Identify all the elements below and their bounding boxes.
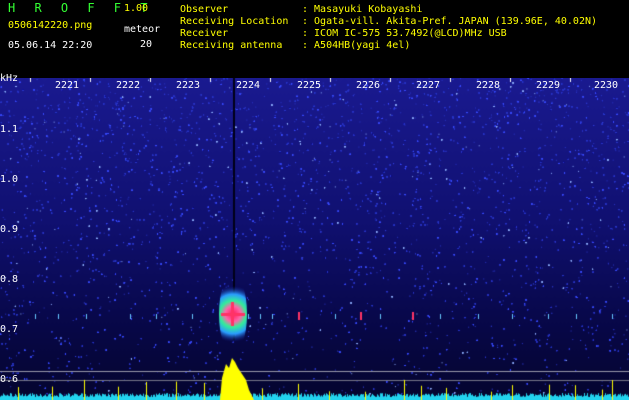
time-label: 2225 (297, 80, 322, 91)
header-panel: H R O F F T 1.00 0506142220.png meteor 2… (0, 0, 629, 78)
time-label: 2222 (116, 80, 141, 91)
freq-label: 0.8 (0, 274, 19, 285)
freq-label: 1.0 (0, 174, 19, 185)
time-label: 2228 (476, 80, 501, 91)
antenna-value: : A504HB(yagi 4el) (302, 40, 411, 51)
freq-label: 0.7 (0, 324, 19, 335)
datetime: 05.06.14 22:20 (8, 40, 93, 51)
meteor-label: meteor (124, 24, 161, 35)
file-name: 0506142220.png (8, 20, 93, 31)
spectrogram-canvas (0, 78, 629, 400)
freq-label: 1.1 (0, 124, 19, 135)
observer-value: : Masayuki Kobayashi (302, 4, 423, 15)
observer-label: Observer (180, 4, 229, 15)
meteor-count: 20 (140, 39, 153, 50)
time-label: 2230 (594, 80, 619, 91)
freq-label: 0.9 (0, 224, 19, 235)
time-label: 2227 (416, 80, 441, 91)
time-label: 2224 (236, 80, 261, 91)
time-label: 2226 (356, 80, 381, 91)
location-value: : Ogata-vill. Akita-Pref. JAPAN (139.96E… (302, 16, 598, 27)
antenna-label: Receiving antenna (180, 40, 283, 51)
freq-label: 0.6 (0, 374, 19, 385)
time-label: 2223 (176, 80, 201, 91)
receiver-value: : ICOM IC-575 53.7492(@LCD)MHz USB (302, 28, 507, 39)
receiver-label: Receiver (180, 28, 229, 39)
time-label: 2229 (536, 80, 561, 91)
location-label: Receiving Location (180, 16, 289, 27)
app-version: 1.00 (124, 3, 149, 14)
axis-unit-label: kHz (0, 73, 19, 84)
time-label: 2221 (55, 80, 80, 91)
